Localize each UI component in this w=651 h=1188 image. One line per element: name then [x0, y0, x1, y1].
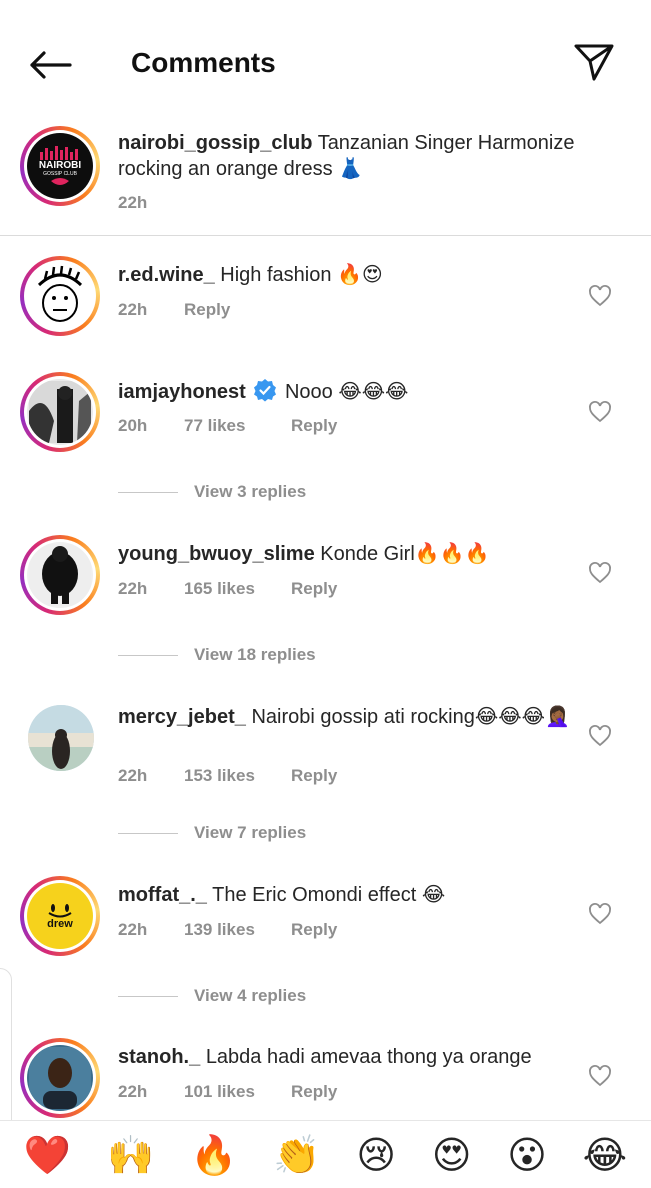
avatar-image — [27, 1045, 93, 1111]
comment-time: 20h — [118, 416, 148, 435]
comment-time: 22h — [118, 579, 148, 598]
caption-text: nairobi_gossip_club Tanzanian Singer Har… — [118, 130, 598, 182]
caption-time: 22h — [118, 193, 148, 212]
comment-likes[interactable]: 153 likes — [184, 766, 291, 786]
comment-likes[interactable]: 165 likes — [184, 579, 291, 599]
comment-text: moffat_._ The Eric Omondi effect 😂 — [118, 882, 598, 908]
view-replies-button[interactable]: View 7 replies — [118, 823, 306, 843]
avatar-label: drew — [47, 918, 73, 930]
comment-time: 22h — [118, 766, 148, 785]
page-title: Comments — [131, 47, 276, 78]
reply-button[interactable]: Reply — [291, 579, 337, 599]
emoji-heart-eyes[interactable]: 😍 — [432, 1133, 472, 1177]
emoji-clap[interactable]: 👏 — [273, 1133, 320, 1177]
back-arrow-icon[interactable] — [26, 44, 74, 86]
heart-icon[interactable] — [588, 724, 612, 748]
view-replies-label: View 4 replies — [194, 986, 307, 1005]
comment-text: stanoh._ Labda hadi amevaa thong ya oran… — [118, 1044, 598, 1070]
avatar-image — [27, 379, 93, 445]
comment-username[interactable]: young_bwuoy_slime — [118, 543, 315, 565]
heart-icon[interactable] — [588, 902, 612, 926]
emoji-heart[interactable]: ❤️ — [24, 1133, 71, 1177]
heart-icon[interactable] — [588, 1064, 612, 1088]
comment-meta: 22h Reply — [118, 300, 230, 320]
comment-time: 22h — [118, 1082, 148, 1101]
reply-button[interactable]: Reply — [184, 300, 230, 320]
emoji-crying[interactable]: 😢 — [356, 1133, 396, 1177]
comment-text: mercy_jebet_ Nairobi gossip ati rocking😂… — [118, 704, 598, 730]
caption-meta: 22h — [118, 193, 184, 213]
avatar[interactable]: drew — [20, 876, 100, 956]
comment-body: Nairobi gossip ati rocking😂😂😂🤦🏾‍♀️ — [251, 706, 570, 728]
avatar[interactable] — [20, 535, 100, 615]
view-replies-label: View 7 replies — [194, 823, 307, 842]
comment-time: 22h — [118, 300, 148, 319]
divider — [118, 654, 178, 656]
heart-icon[interactable] — [588, 284, 612, 308]
comment-meta: 22h 139 likes Reply — [118, 920, 337, 940]
comment-likes[interactable]: 139 likes — [184, 920, 291, 940]
comment-text: r.ed.wine_ High fashion 🔥😍 — [118, 262, 598, 288]
reply-button[interactable]: Reply — [291, 416, 337, 436]
divider — [118, 491, 178, 493]
comment-username[interactable]: mercy_jebet_ — [118, 706, 246, 728]
comment-body: Konde Girl🔥🔥🔥 — [320, 543, 490, 565]
verified-badge-icon — [254, 379, 277, 402]
gossip-club-logo: NAIROBI GOSSIP CLUB — [27, 133, 93, 199]
emoji-quick-bar: ❤️ 🙌 🔥 👏 😢 😍 😮 😂 — [0, 1120, 651, 1188]
comment-username[interactable]: moffat_._ — [118, 884, 207, 906]
comment-meta: 22h 101 likes Reply — [118, 1082, 337, 1102]
avatar[interactable] — [20, 256, 100, 336]
comment-meta: 20h 77 likes Reply — [118, 416, 337, 436]
comment-body: Labda hadi amevaa thong ya orange — [205, 1046, 532, 1068]
emoji-laughing[interactable]: 😂 — [583, 1133, 627, 1177]
comment-username[interactable]: r.ed.wine_ — [118, 264, 215, 286]
view-replies-button[interactable]: View 3 replies — [118, 482, 306, 502]
heart-icon[interactable] — [588, 400, 612, 424]
emoji-fire[interactable]: 🔥 — [190, 1133, 237, 1177]
reply-button[interactable]: Reply — [291, 1082, 337, 1102]
post-caption: NAIROBI GOSSIP CLUB nairobi_gossip_club … — [0, 120, 651, 236]
emoji-surprised[interactable]: 😮 — [507, 1133, 547, 1177]
comment-body: Nooo 😂😂😂 — [284, 381, 409, 403]
caption-username[interactable]: nairobi_gossip_club — [118, 132, 312, 154]
comment-meta: 22h 153 likes Reply — [118, 766, 337, 786]
divider — [118, 832, 178, 834]
comment-text: iamjayhonest Nooo 😂😂😂 — [118, 378, 598, 405]
avatar[interactable] — [20, 372, 100, 452]
view-replies-label: View 18 replies — [194, 645, 316, 664]
comment-meta: 22h 165 likes Reply — [118, 579, 337, 599]
divider — [118, 995, 178, 997]
comment-body: High fashion 🔥😍 — [220, 264, 383, 286]
heart-icon[interactable] — [588, 561, 612, 585]
comment-likes[interactable]: 101 likes — [184, 1082, 291, 1102]
reply-button[interactable]: Reply — [291, 920, 337, 940]
avatar-image: drew — [27, 883, 93, 949]
comment-text: young_bwuoy_slime Konde Girl🔥🔥🔥 — [118, 541, 598, 567]
comment-likes[interactable]: 77 likes — [184, 416, 291, 436]
avatar[interactable] — [28, 705, 94, 771]
avatar-image — [27, 542, 93, 608]
avatar-image — [27, 263, 93, 329]
comment-body: The Eric Omondi effect 😂 — [212, 884, 446, 906]
comment-username[interactable]: stanoh._ — [118, 1046, 200, 1068]
direct-message-icon[interactable] — [570, 40, 618, 84]
reply-button[interactable]: Reply — [291, 766, 337, 786]
comment-username[interactable]: iamjayhonest — [118, 381, 246, 403]
view-replies-button[interactable]: View 18 replies — [118, 645, 316, 665]
comment-time: 22h — [118, 920, 148, 939]
view-replies-button[interactable]: View 4 replies — [118, 986, 306, 1006]
emoji-raised-hands[interactable]: 🙌 — [107, 1133, 154, 1177]
view-replies-label: View 3 replies — [194, 482, 307, 501]
header-bar: Comments — [0, 0, 651, 120]
avatar[interactable]: NAIROBI GOSSIP CLUB — [20, 126, 100, 206]
avatar[interactable] — [20, 1038, 100, 1118]
